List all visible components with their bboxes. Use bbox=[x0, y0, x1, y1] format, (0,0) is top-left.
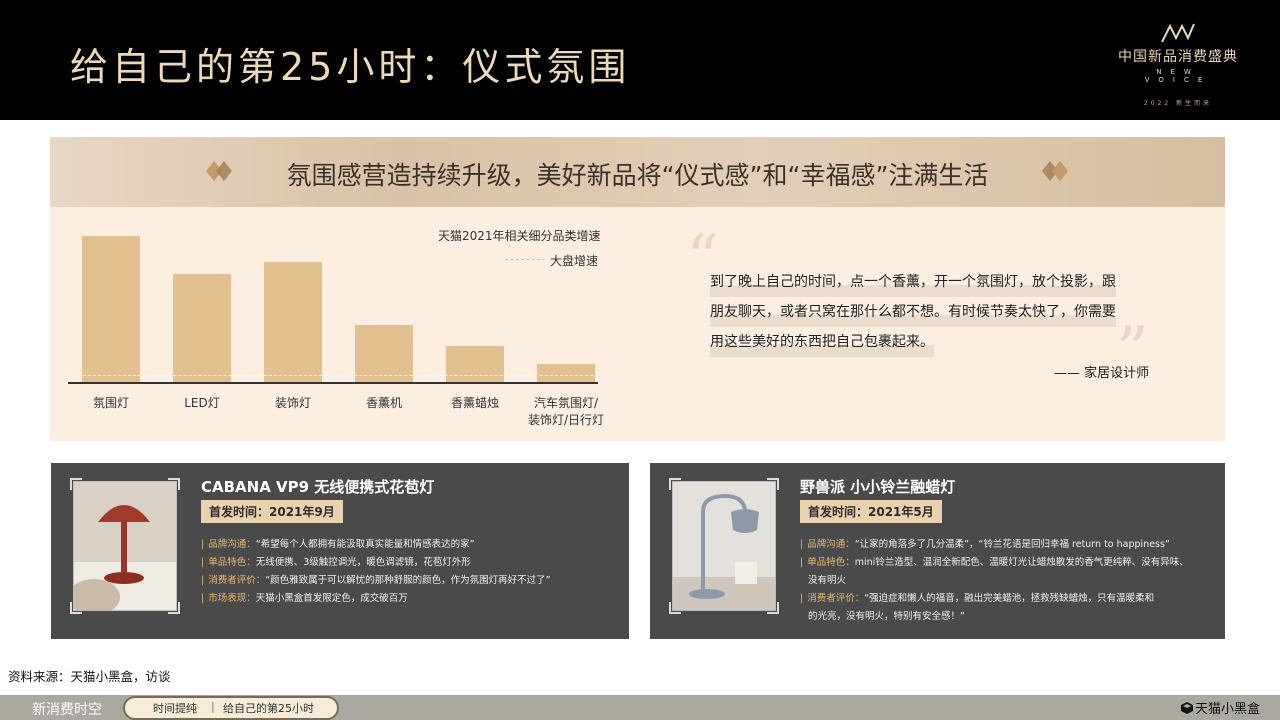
page-title: 给自己的第25小时：仪式氛围 bbox=[70, 45, 631, 89]
chart-legend-title: 天猫2021年相关细分品类增速 bbox=[438, 229, 601, 243]
legend-dashed-line bbox=[505, 259, 545, 260]
launch-date-badge: 首发时间：2021年9月 bbox=[201, 500, 343, 523]
cube-logo-icon bbox=[1180, 702, 1193, 714]
bullet-bar-icon: | bbox=[201, 557, 205, 568]
frame-corner bbox=[669, 478, 681, 490]
frame-corner bbox=[70, 478, 82, 490]
detail-value: “希望每个人都拥有能汲取真实能量和情感表达的家” bbox=[255, 539, 475, 550]
detail-key: 单品特色： bbox=[807, 557, 855, 568]
breadcrumb-separator: | bbox=[211, 700, 215, 713]
detail-row: | 品牌沟通：“希望每个人都拥有能汲取真实能量和情感表达的家” bbox=[201, 536, 621, 554]
frame-corner bbox=[168, 602, 180, 614]
brand-logo-icon bbox=[1161, 23, 1195, 43]
breadcrumb-item-current[interactable]: 给自己的第25小时 bbox=[223, 700, 314, 716]
chart-category-label: 香薰蜡烛 bbox=[450, 396, 499, 410]
footer-brand: 天猫小黑盒 bbox=[1180, 698, 1260, 717]
footer-breadcrumb[interactable]: 时间提纯 | 给自己的第25小时 bbox=[123, 696, 339, 720]
detail-key: 消费者评价： bbox=[807, 593, 865, 604]
product-title: CABANA VP9 无线便携式花苞灯 bbox=[201, 478, 435, 496]
quote-line: 用这些美好的东西把自己包裹起来。 bbox=[710, 327, 934, 357]
detail-value: 的光亮，没有明火，特别有安全感！” bbox=[808, 611, 965, 622]
bullet-bar-icon: | bbox=[201, 575, 205, 586]
brand-name-cn: 中国新品消费盛典 bbox=[1118, 49, 1238, 65]
frame-corner bbox=[669, 602, 681, 614]
detail-row-continued: 的光亮，没有明火，特别有安全感！” bbox=[800, 608, 1220, 626]
bullet-bar-icon: | bbox=[800, 557, 804, 568]
launch-date-badge: 首发时间：2021年5月 bbox=[800, 500, 942, 523]
insight-panel: 氛围灯 LED灯 装饰灯 香薰机 香薰蜡烛 汽车氛围灯/装饰灯/日行灯 天猫2021年相关… bbox=[50, 207, 1225, 441]
detail-row: | 市场表现：天猫小黑盒首发限定色，成交破百万 bbox=[201, 590, 621, 608]
detail-value: 无线便携、3级触控调光，暖色调滤镜，花苞灯外形 bbox=[255, 557, 471, 568]
source-note: 资料来源：天猫小黑盒，访谈 bbox=[8, 669, 171, 684]
brand-year: 2022 新生而来 bbox=[1143, 100, 1213, 107]
frame-corner bbox=[70, 602, 82, 614]
bullet-bar-icon: | bbox=[800, 539, 804, 550]
detail-value: 天猫小黑盒首发限定色，成交破百万 bbox=[255, 593, 408, 604]
detail-value: mini铃兰造型、温润全新配色、温暖灯光让蜡烛散发的香气更纯粹、没有异味、 bbox=[854, 557, 1189, 568]
detail-value: “强迫症和懒人的福音，融出完美蜡池，拯救残缺蜡烛，只有温暖柔和 bbox=[864, 593, 1155, 604]
mushroom-lamp-icon bbox=[68, 482, 176, 615]
detail-key: 品牌沟通： bbox=[208, 539, 256, 550]
quote-author: —— 家居设计师 bbox=[1054, 366, 1150, 381]
section-banner: 氛围感营造持续升级，美好新品将“仪式感”和“幸福感”注满生活 bbox=[50, 137, 1225, 207]
footer-bar: 新消费时空 时间提纯 | 给自己的第25小时 天猫小黑盒 bbox=[0, 695, 1280, 720]
header-bar: 给自己的第25小时：仪式氛围 中国新品消费盛典 NEW VOICE 2022 新… bbox=[0, 0, 1280, 120]
bullet-bar-icon: | bbox=[201, 593, 205, 604]
chart-bar bbox=[264, 262, 322, 382]
detail-row-continued: 没有明火 bbox=[800, 572, 1220, 590]
detail-row: | 单品特色：mini铃兰造型、温润全新配色、温暖灯光让蜡烛散发的香气更纯粹、没有… bbox=[800, 554, 1220, 572]
product-card-lily-lamp: 野兽派 小小铃兰融蜡灯 首发时间：2021年5月 | 品牌沟通：“让家的角落多了几… bbox=[650, 463, 1225, 639]
quote-line: 朋友聊天，或者只窝在那什么都不想。有时候节奏太快了，你需要 bbox=[710, 297, 1116, 327]
detail-value: “让家的角落多了几分温柔”，“铃兰花语是回归幸福 return to happi… bbox=[854, 539, 1170, 550]
product-image-wax-lamp bbox=[669, 478, 779, 614]
detail-row: | 品牌沟通：“让家的角落多了几分温柔”，“铃兰花语是回归幸福 return to… bbox=[800, 536, 1220, 554]
chart-bar bbox=[82, 236, 140, 382]
chart-category-label: LED灯 bbox=[184, 396, 220, 410]
product-detail-list: | 品牌沟通：“让家的角落多了几分温柔”，“铃兰花语是回归幸福 return to… bbox=[800, 536, 1220, 626]
product-image-lamp bbox=[68, 478, 180, 615]
chart-category-label: 香薰机 bbox=[365, 396, 402, 410]
detail-value: “颜色雅致属于可以解忧的那种舒服的颜色，作为氛围灯再好不过了” bbox=[265, 575, 551, 586]
lily-wax-lamp-icon bbox=[673, 482, 775, 610]
chart-category-label: 装饰灯 bbox=[274, 396, 311, 410]
brand-name-en: NEW VOICE bbox=[1144, 68, 1212, 84]
footer-section-label: 新消费时空 bbox=[32, 702, 102, 718]
detail-key: 消费者评价： bbox=[208, 575, 266, 586]
detail-row: | 消费者评价：“强迫症和懒人的福音，融出完美蜡池，拯救残缺蜡烛，只有温暖柔和 bbox=[800, 590, 1220, 608]
detail-row: | 单品特色：无线便携、3级触控调光，暖色调滤镜，花苞灯外形 bbox=[201, 554, 621, 572]
chart-bar bbox=[446, 345, 504, 382]
chart-bar bbox=[537, 364, 595, 382]
quote-line: 到了晚上自己的时间，点一个香薰，开一个氛围灯，放个投影，跟 bbox=[710, 267, 1116, 297]
market-growth-line bbox=[68, 374, 598, 376]
breadcrumb-item-chapter[interactable]: 时间提纯 bbox=[153, 700, 197, 716]
chart-bar bbox=[355, 325, 413, 382]
detail-key: 市场表现： bbox=[208, 593, 256, 604]
chart-legend-market: 大盘增速 bbox=[550, 254, 599, 268]
detail-key: 品牌沟通： bbox=[807, 539, 855, 550]
chart-bar bbox=[173, 273, 231, 382]
frame-corner bbox=[767, 478, 779, 490]
detail-value: 没有明火 bbox=[808, 575, 847, 586]
bullet-bar-icon: | bbox=[800, 593, 804, 604]
product-detail-list: | 品牌沟通：“希望每个人都拥有能汲取真实能量和情感表达的家” | 单品特色：无线便… bbox=[201, 536, 621, 608]
detail-key: 单品特色： bbox=[208, 557, 256, 568]
bullet-bar-icon: | bbox=[201, 539, 205, 550]
product-card-cabana: CABANA VP9 无线便携式花苞灯 首发时间：2021年9月 | 品牌沟通：“… bbox=[51, 463, 629, 639]
product-title: 野兽派 小小铃兰融蜡灯 bbox=[800, 478, 956, 496]
chart-category-label: 汽车氛围灯/装饰灯/日行灯 bbox=[527, 396, 605, 427]
detail-row: | 消费者评价：“颜色雅致属于可以解忧的那种舒服的颜色，作为氛围灯再好不过了” bbox=[201, 572, 621, 590]
frame-corner bbox=[767, 602, 779, 614]
chart-category-label: 氛围灯 bbox=[92, 396, 129, 410]
quote-text: 到了晚上自己的时间，点一个香薰，开一个氛围灯，放个投影，跟 朋友聊天，或者只窝在… bbox=[710, 267, 1160, 357]
frame-corner bbox=[168, 478, 180, 490]
chart-x-axis bbox=[68, 382, 598, 384]
diamond-ornament-icon bbox=[1042, 161, 1068, 181]
brand-logo-block: 中国新品消费盛典 NEW VOICE 2022 新生而来 bbox=[1118, 22, 1238, 107]
footer-brand-name: 天猫小黑盒 bbox=[1194, 702, 1260, 717]
